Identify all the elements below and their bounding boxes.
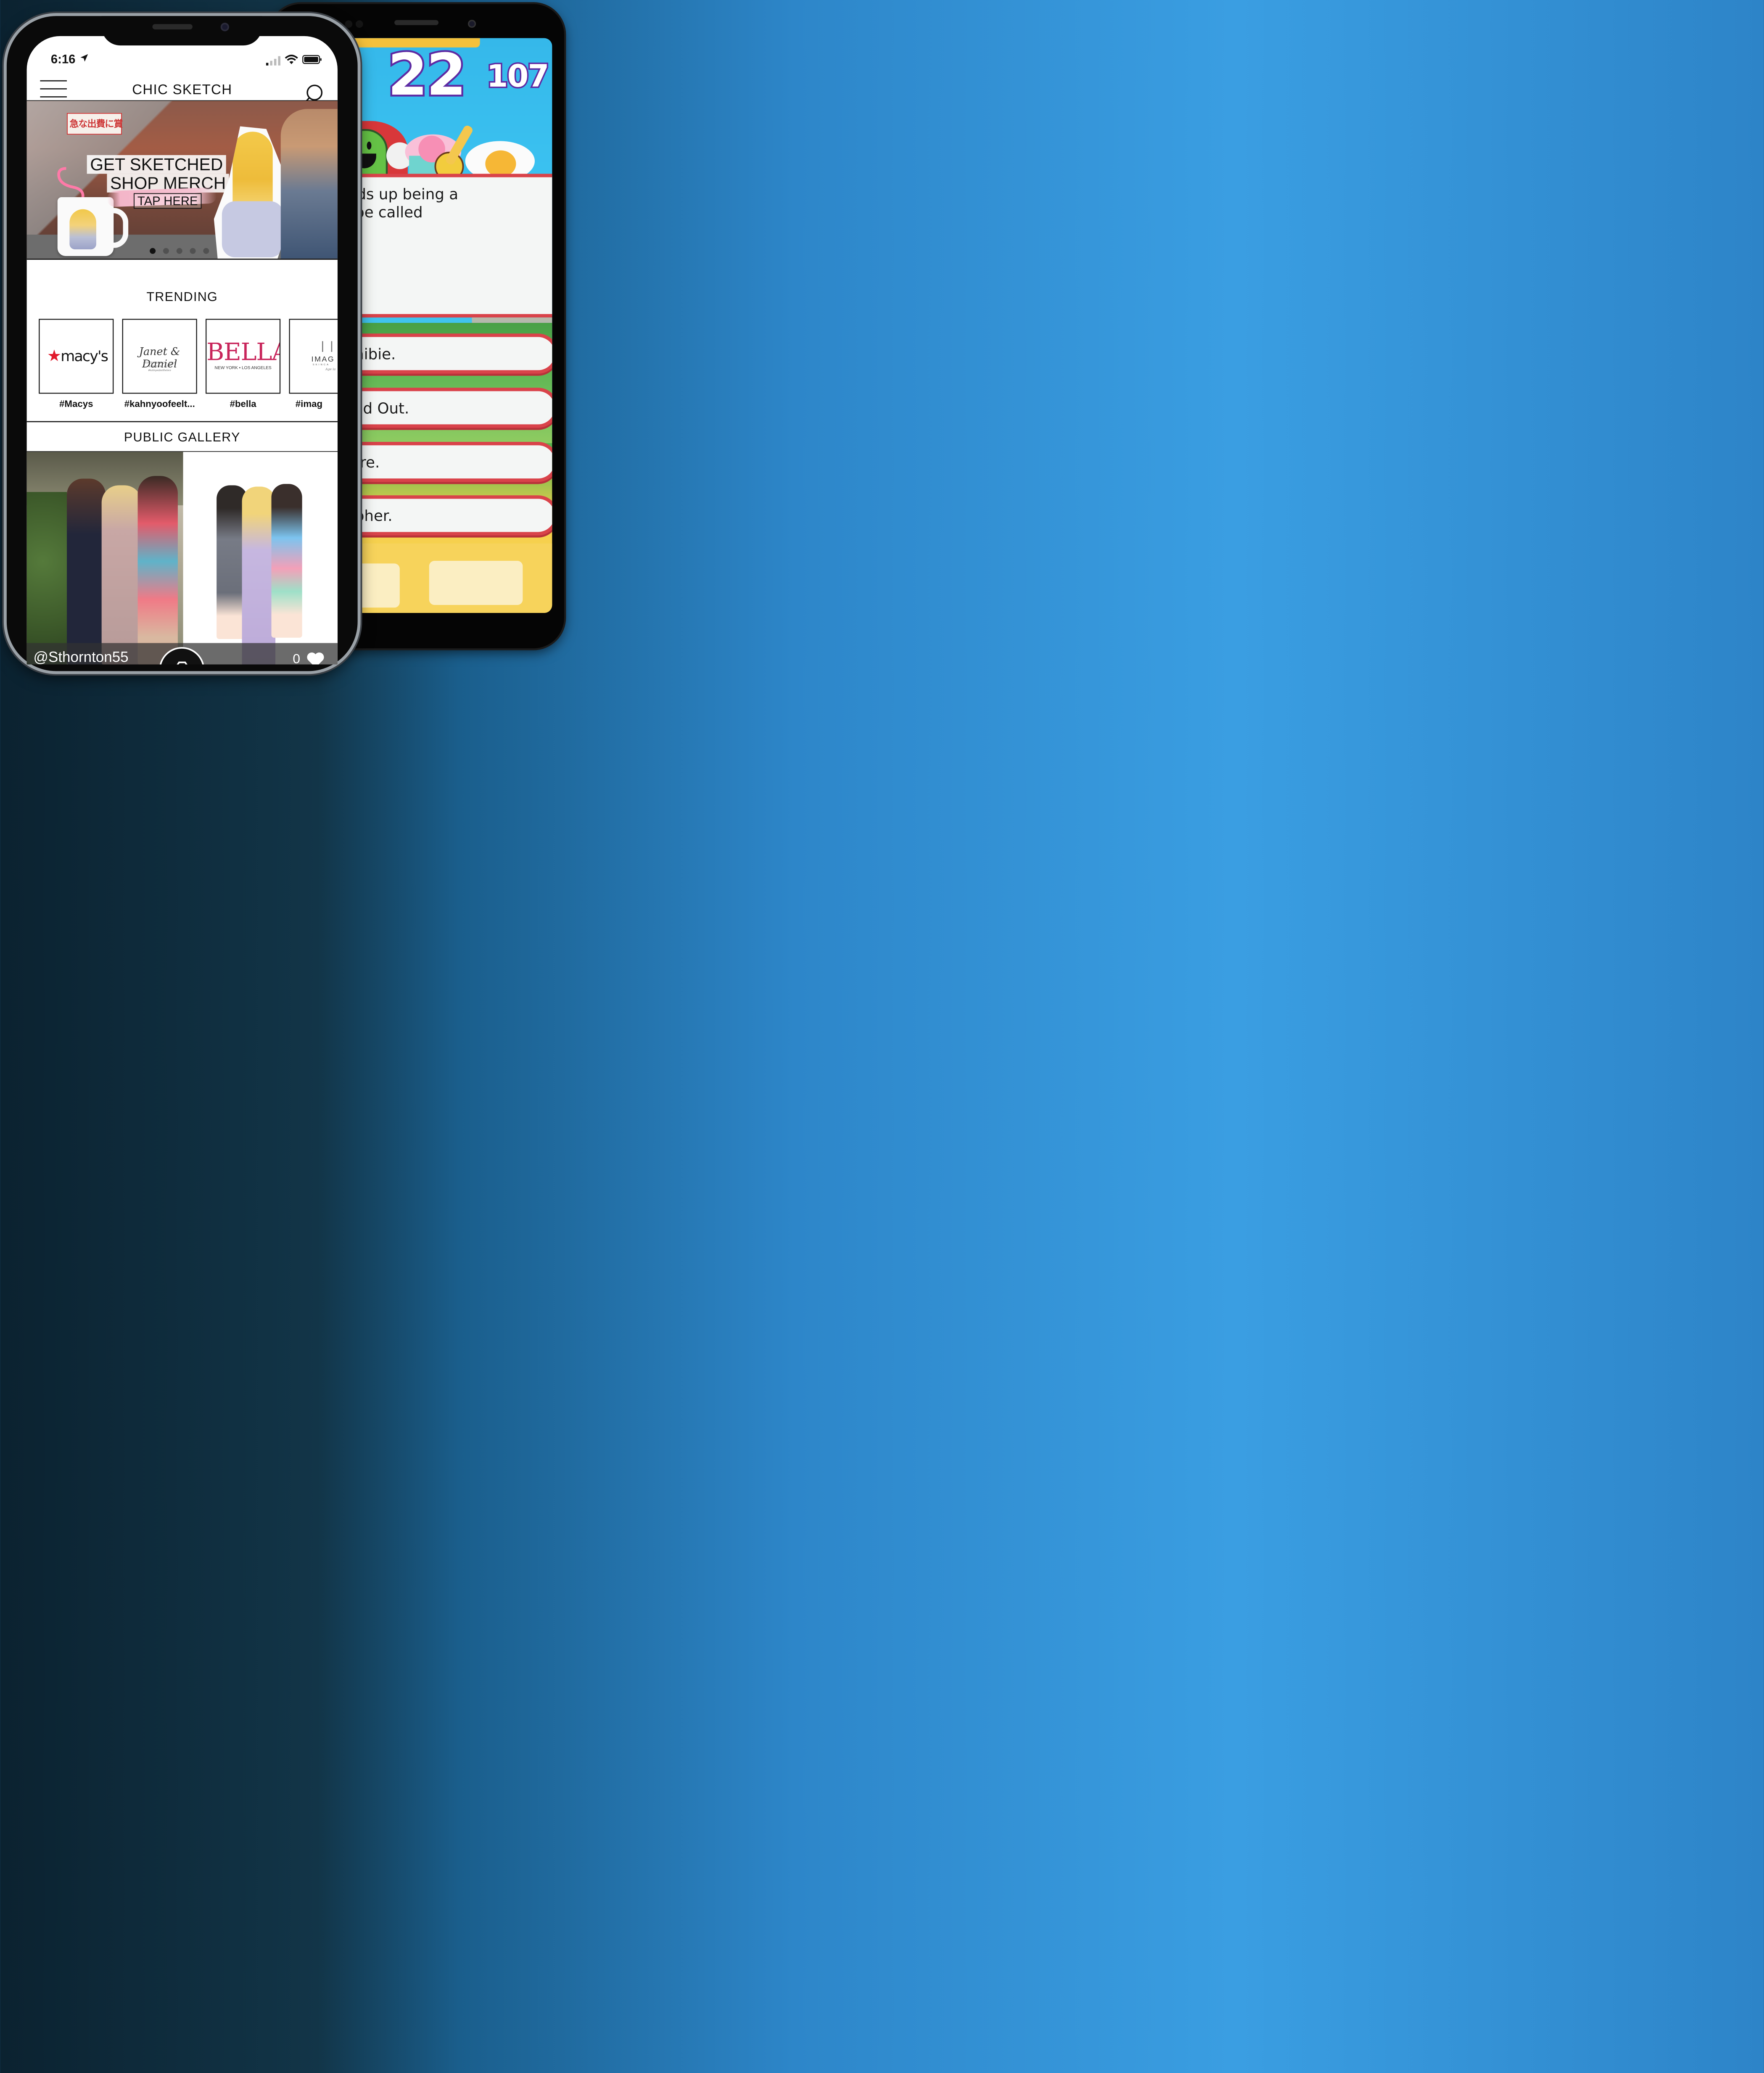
macys-logo-text: macy's <box>61 347 108 365</box>
trending-tag[interactable]: #imag <box>296 399 338 409</box>
camera-icon <box>177 661 187 665</box>
iphone: 6:16 CHIC SKETCH 急な出費に賞 GET SKETCHED SHO… <box>6 16 358 671</box>
bella-logo: BELLA <box>206 338 281 366</box>
plant <box>26 492 67 665</box>
hero-headline-1: GET SKETCHED <box>87 155 226 174</box>
hero-carousel[interactable]: 急な出費に賞 GET SKETCHED SHOP MERCH TAP HERE <box>26 101 338 259</box>
gallery-photo[interactable] <box>26 452 183 665</box>
sketch-figure-3 <box>271 484 302 638</box>
janet-daniel-hashtag: #kahnyoofeeltheloce <box>148 369 171 372</box>
chic-sketch-app-screen: 6:16 CHIC SKETCH 急な出費に賞 GET SKETCHED SHO… <box>26 36 338 665</box>
janet-daniel-date: SEPTEMBER 22, 2018 <box>143 361 176 364</box>
shop-sign-text: 急な出費に賞 <box>69 119 123 129</box>
carousel-dot[interactable] <box>203 248 209 254</box>
earpiece-speaker <box>394 20 439 25</box>
trending-item-janet-daniel[interactable]: Janet & Daniel SEPTEMBER 22, 2018 NEW YO… <box>122 319 197 394</box>
gallery-username[interactable]: @Sthornton55 <box>34 648 129 665</box>
janet-daniel-city: NEW YORK CITY <box>148 365 171 368</box>
trending-tag[interactable]: #kahnyoofeelt... <box>122 399 197 409</box>
gallery-sketch[interactable] <box>183 452 338 665</box>
trending-tag[interactable]: #Macys <box>39 399 114 409</box>
front-camera-icon <box>220 23 230 32</box>
sketch-illustration <box>214 126 289 259</box>
location-arrow-icon <box>80 54 88 62</box>
points-counter: 107 <box>485 58 551 94</box>
macys-logo: ★macy's <box>47 346 108 365</box>
score-counter: 22 <box>386 41 468 108</box>
battery-icon <box>302 55 322 64</box>
image-skincare-tagline: Age la <box>325 367 336 371</box>
trending-item-macys[interactable]: ★macy's <box>39 319 114 394</box>
tap-here-button[interactable]: TAP HERE <box>134 193 202 209</box>
public-gallery-title: PUBLIC GALLERY <box>124 430 240 444</box>
person-3 <box>137 476 178 665</box>
status-time: 6:16 <box>50 52 76 66</box>
carousel-dot[interactable] <box>150 248 156 254</box>
carousel-dot[interactable] <box>176 248 182 254</box>
earpiece-speaker <box>152 24 193 29</box>
iphone-notch <box>101 16 262 46</box>
carousel-dot[interactable] <box>190 248 196 254</box>
star-icon: ★ <box>47 346 61 365</box>
model-photo <box>280 109 338 259</box>
merch-mug <box>57 197 129 256</box>
bella-locations: NEW YORK • LOS ANGELES <box>214 365 272 370</box>
front-camera-icon <box>468 20 476 28</box>
person-1 <box>67 478 106 665</box>
batter-box <box>429 561 523 605</box>
trending-item-bella[interactable]: BELLA NEW YORK • LOS ANGELES <box>206 319 281 394</box>
like-count: 0 <box>293 651 301 665</box>
trending-tag[interactable]: #bella <box>206 399 280 409</box>
image-skincare-logo: IMAG <box>311 354 335 363</box>
divider <box>26 259 338 260</box>
sketch-figure-2 <box>242 486 276 665</box>
sensor-icon <box>345 20 353 28</box>
divider <box>26 421 338 423</box>
carousel-dot[interactable] <box>163 248 169 254</box>
image-skincare-sub: SKINCA <box>312 363 330 366</box>
trending-title: TRENDING <box>146 289 218 304</box>
wifi-icon <box>285 55 298 64</box>
image-skincare-mark-icon <box>322 341 333 352</box>
heart-icon[interactable] <box>306 651 325 665</box>
trending-item-image-skincare[interactable]: IMAG SKINCA Age la <box>289 319 338 394</box>
sensor-icon <box>355 20 363 28</box>
app-title: CHIC SKETCH <box>132 82 232 98</box>
person-2 <box>101 485 142 665</box>
signal-icon <box>266 56 281 66</box>
